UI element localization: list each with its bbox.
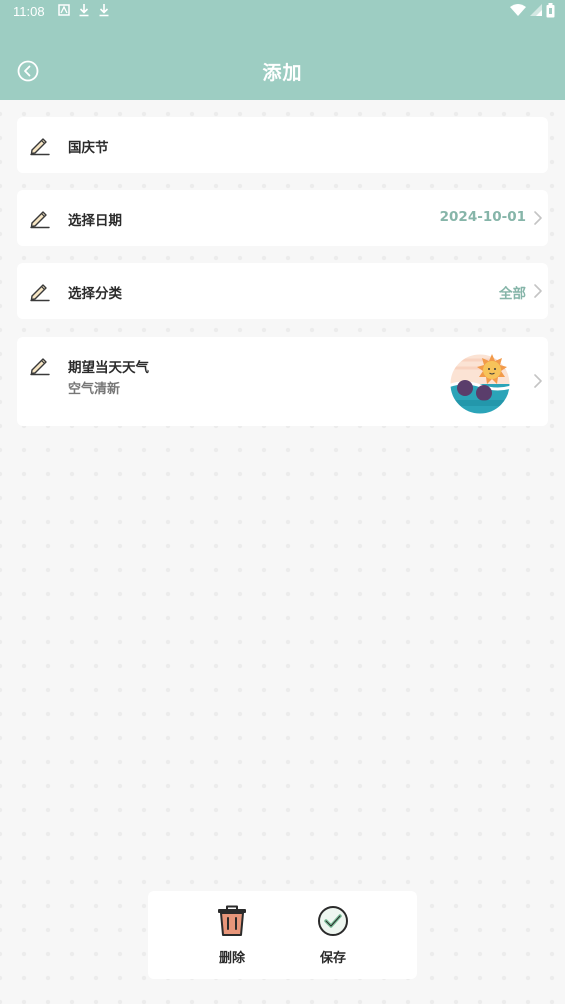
app-header: 11:08 添加: [0, 0, 565, 100]
weather-selector[interactable]: 期望当天天气 空气清新: [17, 337, 548, 426]
save-button[interactable]: 保存: [303, 903, 363, 966]
wifi-icon: [510, 4, 526, 16]
chevron-right-icon: [534, 284, 542, 298]
category-label: 选择分类: [68, 286, 122, 302]
event-name-field[interactable]: 国庆节: [17, 117, 548, 173]
status-system-icons: [510, 3, 555, 18]
category-selector[interactable]: 选择分类 全部: [17, 263, 548, 319]
date-value: 2024-10-01: [439, 209, 526, 225]
trash-icon: [218, 905, 246, 936]
delete-button[interactable]: 删除: [202, 903, 262, 966]
date-label: 选择日期: [68, 213, 122, 229]
chevron-right-icon: [534, 374, 542, 388]
sunny-weather-icon: [449, 353, 511, 414]
checkmark-circle-icon: [318, 906, 348, 936]
event-name-value: 国庆节: [68, 140, 109, 156]
delete-label: 删除: [218, 951, 245, 966]
status-bar: 11:08: [0, 0, 565, 24]
category-value: 全部: [499, 286, 526, 302]
pencil-icon: [30, 138, 50, 156]
date-selector[interactable]: 选择日期 2024-10-01: [17, 190, 548, 246]
battery-icon: [546, 3, 555, 18]
pencil-icon: [30, 211, 50, 229]
pencil-icon: [30, 358, 50, 376]
notification-a-icon: [58, 4, 70, 16]
status-time: 11:08: [13, 4, 45, 19]
status-notifications: [58, 3, 110, 17]
signal-icon: [530, 4, 542, 16]
download-icon: [79, 4, 89, 17]
bottom-action-bar: 删除 保存: [148, 891, 417, 979]
save-label: 保存: [319, 951, 346, 966]
weather-label: 期望当天天气: [68, 360, 149, 376]
weather-value: 空气清新: [68, 382, 121, 397]
pencil-icon: [30, 284, 50, 302]
download-icon: [99, 4, 109, 17]
chevron-right-icon: [534, 211, 542, 225]
page-title: 添加: [262, 62, 303, 84]
